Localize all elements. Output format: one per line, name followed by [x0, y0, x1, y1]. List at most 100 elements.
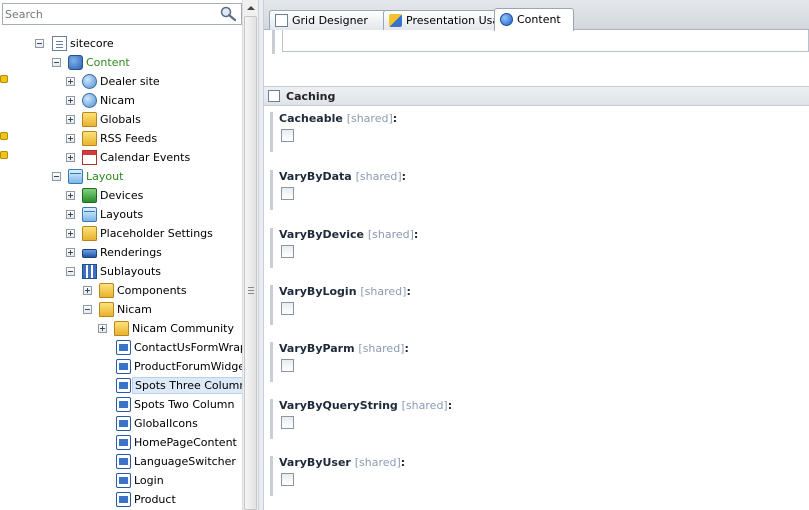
- varybylogin-checkbox[interactable]: [281, 302, 294, 315]
- tree-item-spots-three-column[interactable]: Spots Three Column: [0, 376, 250, 395]
- tree-item-layout[interactable]: Layout: [0, 167, 242, 186]
- tree-item-dealer-site[interactable]: Dealer site: [0, 72, 242, 91]
- tree-item-login[interactable]: Login: [0, 471, 242, 490]
- cacheable-checkbox[interactable]: [281, 129, 294, 142]
- tree-item-label: ProductForumWidget: [134, 360, 250, 373]
- expand-icon[interactable]: [66, 153, 75, 162]
- varybyuser-checkbox[interactable]: [281, 473, 294, 486]
- tree-item-label: Calendar Events: [100, 151, 191, 164]
- search-box: [2, 3, 242, 25]
- tree-item-contactusformwrapper[interactable]: ContactUsFormWrappe: [0, 338, 258, 357]
- expand-icon[interactable]: [66, 229, 75, 238]
- tab-label: Content: [517, 13, 561, 26]
- content-editor: Caching Cacheable [shared]: VaryByData […: [264, 30, 809, 510]
- expand-icon[interactable]: [66, 191, 75, 200]
- expand-icon[interactable]: [66, 248, 75, 257]
- expand-icon[interactable]: [66, 77, 75, 86]
- content-tab-icon: [500, 13, 513, 26]
- scroll-up-arrow-icon[interactable]: [243, 0, 258, 16]
- field-varybylogin: VaryByLogin [shared]:: [270, 285, 800, 325]
- tree-item-productforumwidget[interactable]: ProductForumWidget: [0, 357, 249, 376]
- tree-item-label: Product: [134, 493, 176, 506]
- tree-item-label: Components: [117, 284, 187, 297]
- tree-item-label: Devices: [100, 189, 144, 202]
- status-marker: [0, 75, 8, 83]
- expand-icon[interactable]: [66, 115, 75, 124]
- collapse-icon[interactable]: [66, 267, 75, 276]
- folder-icon: [99, 302, 114, 317]
- tree-item-label: Globals: [100, 113, 141, 126]
- status-marker: [0, 151, 8, 159]
- tree-item-label: Login: [134, 474, 164, 487]
- tree-item-components[interactable]: Components: [0, 281, 242, 300]
- sublayout-icon: [116, 359, 131, 374]
- tab-content[interactable]: Content: [494, 8, 574, 31]
- tree-item-globalicons[interactable]: GlobalIcons: [0, 414, 242, 433]
- text-field[interactable]: [282, 30, 809, 52]
- expand-icon[interactable]: [66, 134, 75, 143]
- expand-icon[interactable]: [98, 324, 107, 333]
- tree-item-label: sitecore: [70, 37, 114, 50]
- website-icon: [82, 93, 97, 108]
- editor-pane: Grid Designer Presentation Usage Content…: [264, 0, 809, 510]
- section-icon: [268, 90, 280, 102]
- tree-item-homepagecontent[interactable]: HomePageContent: [0, 433, 242, 452]
- tree-item-placeholder-settings[interactable]: Placeholder Settings: [0, 224, 242, 243]
- expand-icon[interactable]: [83, 286, 92, 295]
- search-input[interactable]: [5, 6, 213, 22]
- field-label: Cacheable [shared]:: [279, 112, 398, 125]
- tree-item-nicam-community[interactable]: Nicam Community: [0, 319, 242, 338]
- collapse-icon[interactable]: [83, 305, 92, 314]
- tree-item-renderings[interactable]: Renderings: [0, 243, 242, 262]
- tree-item-sitecore[interactable]: sitecore: [0, 34, 242, 53]
- expand-icon[interactable]: [66, 96, 75, 105]
- varybydata-checkbox[interactable]: [281, 187, 294, 200]
- varybyquerystring-checkbox[interactable]: [281, 416, 294, 429]
- tree-item-sublayouts[interactable]: Sublayouts: [0, 262, 242, 281]
- tree-item-globals[interactable]: Globals: [0, 110, 242, 129]
- expand-icon[interactable]: [66, 210, 75, 219]
- field-shared-tag: [shared]: [354, 456, 401, 469]
- field-label: VaryByDevice [shared]:: [279, 228, 419, 241]
- tree-item-spots-two-column[interactable]: Spots Two Column: [0, 395, 242, 414]
- tree-item-nicam[interactable]: Nicam: [0, 91, 242, 110]
- folder-icon: [114, 321, 129, 336]
- tree-scrollbar[interactable]: [242, 0, 258, 510]
- tree-item-calendar-events[interactable]: Calendar Events: [0, 148, 242, 167]
- tab-presentation-usage[interactable]: Presentation Usage: [383, 10, 513, 30]
- tree-item-content[interactable]: Content: [0, 53, 242, 72]
- tree-item-languageswitcher[interactable]: LanguageSwitcher: [0, 452, 242, 471]
- tree-item-layouts[interactable]: Layouts: [0, 205, 242, 224]
- tree-item-label: Layout: [86, 170, 124, 183]
- varybydevice-checkbox[interactable]: [281, 245, 294, 258]
- tree-item-devices[interactable]: Devices: [0, 186, 242, 205]
- collapse-icon[interactable]: [52, 172, 61, 181]
- scrollbar-thumb[interactable]: [244, 16, 257, 510]
- section-header-caching[interactable]: Caching: [264, 86, 809, 106]
- tree-item-label: Dealer site: [100, 75, 160, 88]
- website-icon: [82, 74, 97, 89]
- tree-item-nicam-folder[interactable]: Nicam: [0, 300, 242, 319]
- tree-item-label: Nicam Community: [132, 322, 234, 335]
- search-icon[interactable]: [219, 6, 237, 22]
- tree-item-label: Layouts: [100, 208, 144, 221]
- tree-item-product[interactable]: Product: [0, 490, 242, 509]
- collapse-icon[interactable]: [52, 58, 61, 67]
- field-label: VaryByData [shared]:: [279, 170, 407, 183]
- presentation-icon: [389, 14, 402, 27]
- folder-icon: [99, 283, 114, 298]
- field-varybydevice: VaryByDevice [shared]:: [270, 228, 800, 268]
- layout-icon: [68, 169, 83, 184]
- rendering-icon: [82, 249, 97, 258]
- tree-item-rss-feeds[interactable]: RSS Feeds: [0, 129, 242, 148]
- section-title: Caching: [286, 90, 336, 103]
- field-varybyquerystring: VaryByQueryString [shared]:: [270, 399, 800, 439]
- tree-item-label: Renderings: [100, 246, 162, 259]
- sublayout-icon: [116, 340, 131, 355]
- folder-icon: [82, 226, 97, 241]
- tab-label: Grid Designer: [292, 14, 368, 27]
- collapse-icon[interactable]: [35, 39, 44, 48]
- varybyparm-checkbox[interactable]: [281, 359, 294, 372]
- tab-grid-designer[interactable]: Grid Designer: [269, 10, 387, 30]
- content-icon: [68, 55, 83, 70]
